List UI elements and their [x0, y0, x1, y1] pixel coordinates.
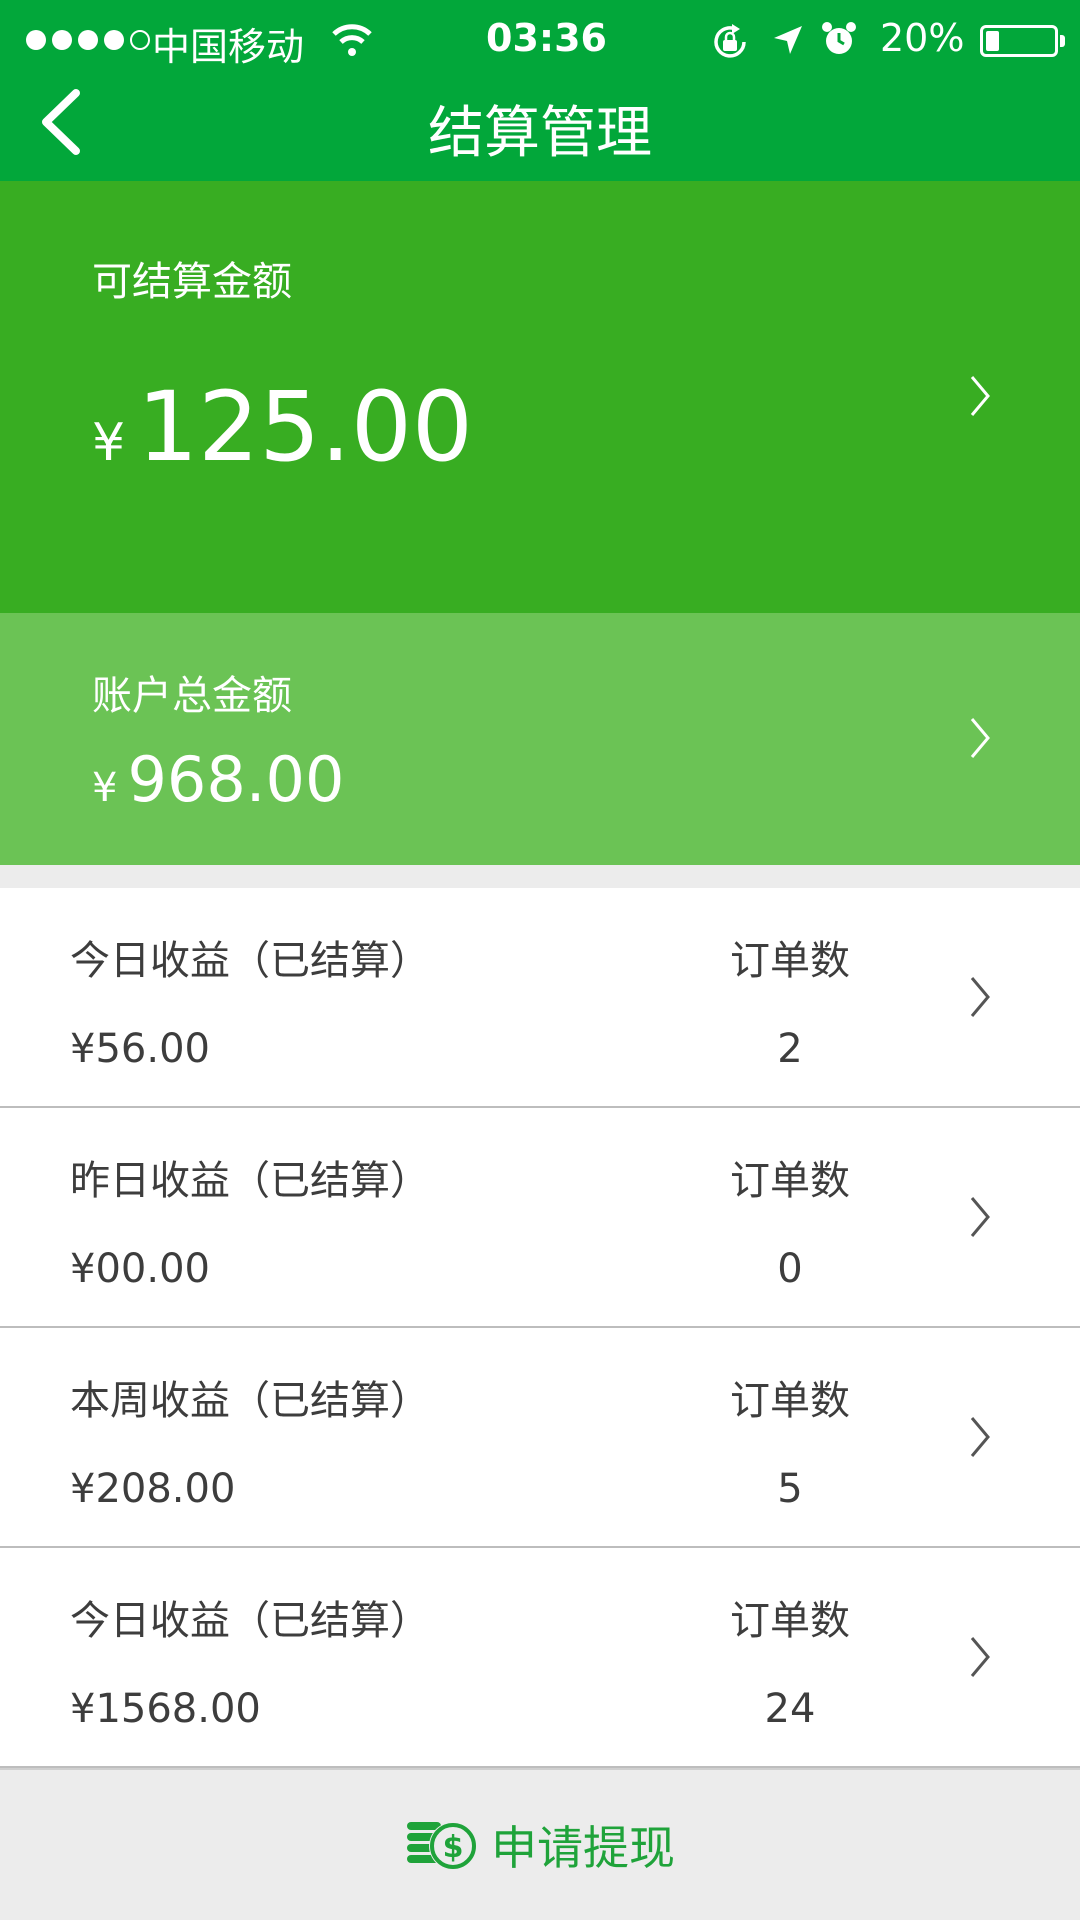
earnings-amount: ¥208.00 — [70, 1466, 236, 1512]
order-count-label: 订单数 — [730, 1158, 850, 1204]
account-total-card[interactable]: 账户总金额 ¥ 968.00 — [0, 613, 1080, 865]
battery-icon — [980, 25, 1065, 57]
signal-strength-icon — [26, 30, 150, 50]
chevron-right-icon — [970, 1417, 990, 1457]
earnings-amount: ¥00.00 — [70, 1246, 210, 1292]
order-count-label: 订单数 — [730, 1598, 850, 1644]
account-total-label: 账户总金额 — [92, 673, 292, 719]
earnings-row-yesterday[interactable]: 昨日收益（已结算） ¥00.00 订单数 0 — [0, 1108, 1080, 1328]
settleable-amount: ¥ 125.00 — [92, 371, 473, 483]
currency-symbol: ¥ — [92, 765, 118, 811]
chevron-right-icon — [970, 718, 990, 758]
apply-withdraw-label: 申请提现 — [491, 1821, 675, 1875]
order-count-label: 订单数 — [730, 1378, 850, 1424]
wifi-icon — [332, 24, 372, 56]
chevron-right-icon — [970, 376, 990, 416]
currency-symbol: ¥ — [92, 413, 126, 473]
chevron-right-icon — [970, 977, 990, 1017]
rotation-lock-icon — [714, 24, 746, 58]
apply-withdraw-button[interactable]: $ 申请提现 — [0, 1768, 1080, 1920]
status-time: 03:36 — [486, 16, 607, 60]
earnings-title: 昨日收益（已结算） — [70, 1158, 430, 1204]
top-bar: 中国移动 03:36 20% 结算管理 — [0, 0, 1080, 181]
earnings-row-total[interactable]: 今日收益（已结算） ¥1568.00 订单数 24 — [0, 1548, 1080, 1768]
chevron-right-icon — [970, 1197, 990, 1237]
status-bar: 中国移动 03:36 20% — [0, 0, 1080, 80]
earnings-row-this-week[interactable]: 本周收益（已结算） ¥208.00 订单数 5 — [0, 1328, 1080, 1548]
order-count-value: 0 — [777, 1246, 803, 1292]
earnings-amount: ¥1568.00 — [70, 1686, 261, 1732]
order-count-value: 24 — [764, 1686, 816, 1732]
location-arrow-icon — [774, 26, 802, 54]
account-total-amount: ¥ 968.00 — [92, 743, 344, 816]
coins-dollar-icon: $ — [407, 1822, 477, 1870]
svg-text:$: $ — [443, 1830, 464, 1865]
carrier-name: 中国移动 — [152, 25, 305, 69]
earnings-amount: ¥56.00 — [70, 1026, 210, 1072]
chevron-right-icon — [970, 1637, 990, 1677]
earnings-title: 本周收益（已结算） — [70, 1378, 430, 1424]
earnings-row-today[interactable]: 今日收益（已结算） ¥56.00 订单数 2 — [0, 888, 1080, 1108]
order-count-label: 订单数 — [730, 938, 850, 984]
alarm-clock-icon — [822, 22, 856, 54]
account-total-value: 968.00 — [127, 743, 345, 816]
battery-percent: 20% — [880, 16, 965, 60]
earnings-title: 今日收益（已结算） — [70, 1598, 430, 1644]
settleable-amount-label: 可结算金额 — [92, 259, 292, 305]
order-count-value: 5 — [777, 1466, 803, 1512]
order-count-value: 2 — [777, 1026, 803, 1072]
settleable-amount-value: 125.00 — [137, 371, 473, 483]
earnings-list: 今日收益（已结算） ¥56.00 订单数 2 昨日收益（已结算） ¥00.00 … — [0, 888, 1080, 1768]
settleable-amount-card[interactable]: 可结算金额 ¥ 125.00 — [0, 181, 1080, 613]
battery-level — [986, 31, 999, 51]
earnings-title: 今日收益（已结算） — [70, 938, 430, 984]
page-title: 结算管理 — [428, 101, 652, 166]
